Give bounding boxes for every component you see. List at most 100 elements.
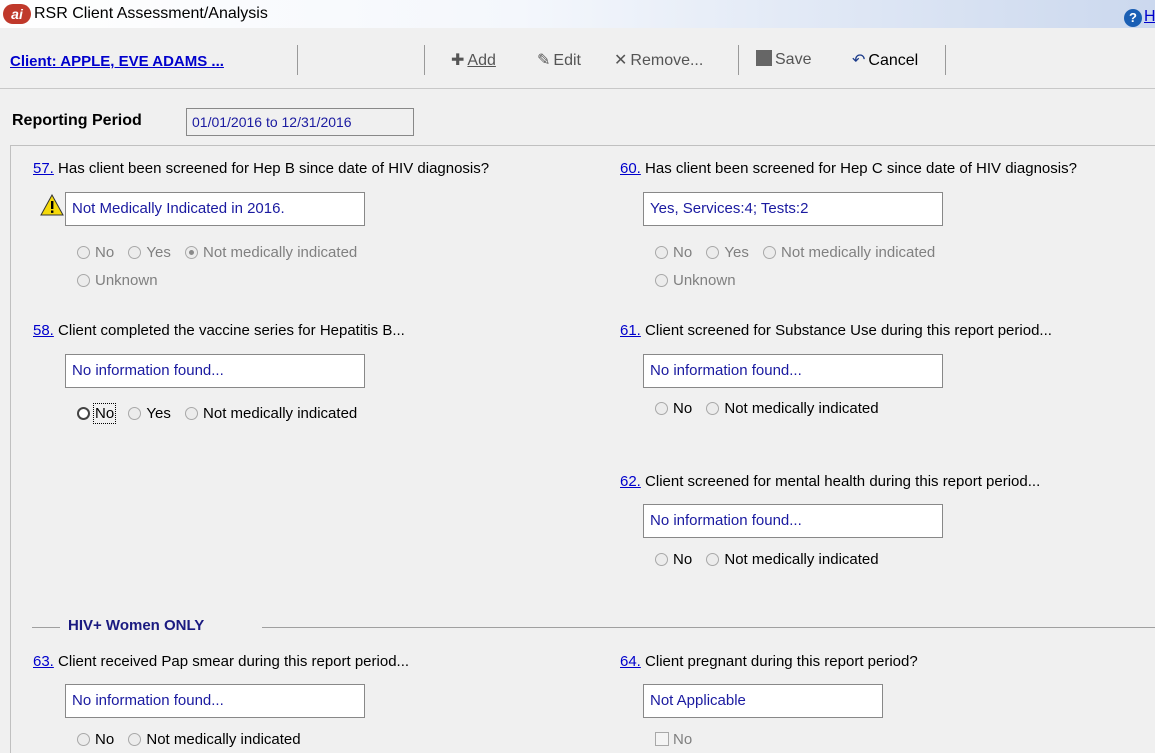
- option-label: Yes: [724, 244, 749, 261]
- question-64-number-link[interactable]: 64.: [620, 653, 641, 670]
- question-63-number-link[interactable]: 63.: [33, 653, 54, 670]
- cancel-label: Cancel: [868, 52, 919, 69]
- question-64-text: Client pregnant during this report perio…: [640, 653, 918, 670]
- option-label: Not medically indicated: [203, 405, 358, 422]
- radio-icon: [655, 274, 668, 287]
- undo-icon: ↶: [852, 52, 866, 69]
- question-58-option-not-medically-indicated[interactable]: Not medically indicated: [185, 405, 357, 422]
- question-62-options: No Not medically indicated: [655, 551, 889, 568]
- toolbar: Client: APPLE, EVE ADAMS ... ✚ Add ✎ Edit …: [0, 42, 1155, 78]
- question-57-option-yes[interactable]: Yes: [128, 244, 171, 261]
- question-58-value-field: No information found...: [65, 354, 365, 388]
- question-60-option-not-medically-indicated[interactable]: Not medically indicated: [763, 244, 935, 261]
- radio-icon: [77, 246, 90, 259]
- option-label: Not medically indicated: [781, 244, 936, 261]
- question-63-option-not-medically-indicated[interactable]: Not medically indicated: [128, 731, 301, 748]
- question-62-option-no[interactable]: No: [655, 551, 692, 568]
- question-62-number-link[interactable]: 62.: [620, 473, 641, 490]
- question-60-options: No Yes Not medically indicated: [655, 244, 945, 261]
- form-frame-top: [10, 145, 1155, 146]
- question-57-number-link[interactable]: 57.: [33, 160, 54, 177]
- question-61-option-no[interactable]: No: [655, 400, 692, 417]
- toolbar-separator: [945, 45, 946, 75]
- question-63-options: No Not medically indicated: [77, 731, 311, 748]
- question-63-value-field: No information found...: [65, 684, 365, 718]
- option-label: No: [673, 244, 693, 261]
- question-60-option-yes[interactable]: Yes: [706, 244, 749, 261]
- question-62: 62. Client screened for mental health du…: [620, 473, 1040, 490]
- question-57-option-no[interactable]: No: [77, 244, 114, 261]
- question-63: 63. Client received Pap smear during thi…: [33, 653, 409, 670]
- help-icon[interactable]: ?: [1124, 9, 1142, 27]
- save-label: Save: [775, 51, 812, 68]
- question-60-option-unknown[interactable]: Unknown: [655, 272, 736, 289]
- edit-button[interactable]: ✎ Edit: [537, 50, 581, 70]
- floppy-disk-icon: [756, 50, 772, 66]
- question-62-value-field: No information found...: [643, 504, 943, 538]
- option-label: No: [95, 731, 115, 748]
- cancel-button[interactable]: ↶ Cancel: [852, 50, 918, 70]
- option-label: No: [92, 403, 117, 424]
- close-icon: ✕: [614, 52, 628, 69]
- toolbar-separator: [424, 45, 425, 75]
- client-link[interactable]: Client: APPLE, EVE ADAMS ...: [10, 53, 224, 70]
- remove-button[interactable]: ✕ Remove...: [614, 50, 703, 70]
- plus-icon: ✚: [451, 52, 465, 69]
- question-61-options: No Not medically indicated: [655, 400, 889, 417]
- question-61: 61. Client screened for Substance Use du…: [620, 322, 1052, 339]
- save-button[interactable]: Save: [756, 50, 811, 69]
- question-63-text: Client received Pap smear during this re…: [53, 653, 410, 670]
- toolbar-separator: [297, 45, 298, 75]
- option-label: Not medically indicated: [724, 551, 879, 568]
- question-60-value-field: Yes, Services:4; Tests:2: [643, 192, 943, 226]
- question-58-number-link[interactable]: 58.: [33, 322, 54, 339]
- radio-icon: [128, 246, 142, 259]
- question-64-checkbox-no[interactable]: No: [655, 731, 692, 748]
- question-64-value-field: Not Applicable: [643, 684, 883, 718]
- radio-icon: [706, 246, 720, 259]
- question-62-option-not-medically-indicated[interactable]: Not medically indicated: [706, 551, 879, 568]
- option-label: Yes: [146, 405, 171, 422]
- radio-icon: [706, 402, 720, 415]
- option-label: No: [95, 244, 115, 261]
- question-58-options: No Yes Not medically indicated: [77, 403, 367, 424]
- add-label: Add: [467, 52, 496, 69]
- option-label: No: [673, 731, 693, 748]
- question-61-option-not-medically-indicated[interactable]: Not medically indicated: [706, 400, 879, 417]
- radio-icon: [185, 407, 199, 420]
- question-57-value-field: Not Medically Indicated in 2016.: [65, 192, 365, 226]
- question-57-options: No Yes Not medically indicated: [77, 244, 367, 261]
- question-61-number-link[interactable]: 61.: [620, 322, 641, 339]
- section-divider: [262, 627, 1155, 628]
- question-60-option-no[interactable]: No: [655, 244, 692, 261]
- question-60-text: Has client been screened for Hep C since…: [640, 160, 1077, 177]
- radio-selected-icon: [185, 246, 199, 259]
- question-57: 57. Has client been screened for Hep B s…: [33, 160, 489, 177]
- window-title: RSR Client Assessment/Analysis: [34, 5, 268, 22]
- question-60: 60. Has client been screened for Hep C s…: [620, 160, 1077, 177]
- question-57-option-unknown[interactable]: Unknown: [77, 272, 158, 289]
- question-60-number-link[interactable]: 60.: [620, 160, 641, 177]
- option-label: Unknown: [95, 272, 158, 289]
- section-title-hiv-women: HIV+ Women ONLY: [68, 617, 205, 634]
- question-58-option-yes[interactable]: Yes: [128, 405, 171, 422]
- question-58: 58. Client completed the vaccine series …: [33, 322, 405, 339]
- question-58-option-no[interactable]: No: [77, 403, 117, 424]
- edit-label: Edit: [553, 52, 581, 69]
- option-label: No: [673, 551, 693, 568]
- option-label: Unknown: [673, 272, 736, 289]
- add-button[interactable]: ✚ Add: [451, 50, 496, 70]
- help-link[interactable]: H: [1144, 8, 1155, 26]
- reporting-period-field: 01/01/2016 to 12/31/2016: [186, 108, 414, 136]
- radio-icon: [763, 246, 777, 259]
- app-logo-icon: ai: [3, 4, 31, 24]
- radio-icon: [128, 733, 142, 746]
- radio-icon: [655, 246, 668, 259]
- question-63-option-no[interactable]: No: [77, 731, 114, 748]
- section-divider: [32, 627, 60, 628]
- option-label: Not medically indicated: [146, 731, 301, 748]
- question-61-value-field: No information found...: [643, 354, 943, 388]
- radio-icon: [706, 553, 720, 566]
- question-57-option-not-medically-indicated[interactable]: Not medically indicated: [185, 244, 357, 261]
- remove-label: Remove...: [630, 52, 704, 69]
